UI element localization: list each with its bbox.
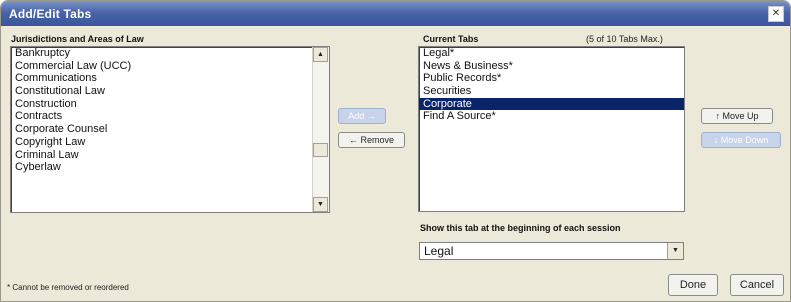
current-tabs-listbox[interactable]: Legal* News & Business* Public Records* Sec… bbox=[418, 46, 685, 212]
list-item[interactable]: Corporate Counsel bbox=[11, 123, 329, 136]
add-button[interactable]: Add → bbox=[338, 108, 386, 124]
done-button[interactable]: Done bbox=[668, 274, 718, 296]
remove-button[interactable]: ← Remove bbox=[338, 132, 405, 148]
title-bar: Add/Edit Tabs ✕ bbox=[1, 1, 790, 26]
jurisdictions-listbox[interactable]: Bankruptcy Commercial Law (UCC) Communicat… bbox=[10, 46, 330, 213]
start-tab-value: Legal bbox=[424, 244, 454, 258]
dialog-title: Add/Edit Tabs bbox=[9, 7, 92, 21]
move-down-button[interactable]: ↓ Move Down bbox=[701, 132, 781, 148]
start-tab-label: Show this tab at the beginning of each s… bbox=[420, 223, 621, 233]
jurisdictions-label: Jurisdictions and Areas of Law bbox=[11, 34, 144, 44]
current-tabs-list: Legal* News & Business* Public Records* Sec… bbox=[419, 47, 684, 123]
jurisdictions-scrollbar[interactable]: ▲ ▼ bbox=[312, 47, 329, 212]
list-item[interactable]: Commercial Law (UCC) bbox=[11, 60, 329, 73]
chevron-down-icon[interactable]: ▼ bbox=[667, 243, 683, 259]
list-item[interactable]: News & Business* bbox=[419, 60, 684, 73]
list-item[interactable]: Copyright Law bbox=[11, 136, 329, 149]
list-item[interactable]: Securities bbox=[419, 85, 684, 98]
list-item[interactable]: Bankruptcy bbox=[11, 47, 329, 60]
list-item[interactable]: Constitutional Law bbox=[11, 85, 329, 98]
list-item[interactable]: Find A Source* bbox=[419, 110, 684, 123]
list-item[interactable]: Cyberlaw bbox=[11, 161, 329, 174]
start-tab-select[interactable]: Legal ▼ bbox=[419, 242, 684, 260]
add-edit-tabs-dialog: Add/Edit Tabs ✕ Jurisdictions and Areas … bbox=[0, 0, 791, 302]
cancel-button[interactable]: Cancel bbox=[730, 274, 784, 296]
list-item[interactable]: Criminal Law bbox=[11, 149, 329, 162]
move-up-button[interactable]: ↑ Move Up bbox=[701, 108, 773, 124]
list-item[interactable]: Communications bbox=[11, 72, 329, 85]
scroll-thumb[interactable] bbox=[313, 143, 328, 157]
list-item[interactable]: Legal* bbox=[419, 47, 684, 60]
list-item[interactable]: Construction bbox=[11, 98, 329, 111]
close-icon[interactable]: ✕ bbox=[768, 6, 784, 22]
footnote: * Cannot be removed or reordered bbox=[7, 283, 129, 292]
list-item[interactable]: Corporate bbox=[419, 97, 684, 111]
list-item[interactable]: Public Records* bbox=[419, 72, 684, 85]
jurisdictions-list: Bankruptcy Commercial Law (UCC) Communicat… bbox=[11, 47, 329, 174]
down-arrow-icon[interactable]: ▼ bbox=[313, 197, 328, 212]
tab-count-note: (5 of 10 Tabs Max.) bbox=[586, 34, 663, 44]
list-item[interactable]: Contracts bbox=[11, 110, 329, 123]
current-tabs-label: Current Tabs bbox=[423, 34, 479, 44]
up-arrow-icon[interactable]: ▲ bbox=[313, 47, 328, 62]
